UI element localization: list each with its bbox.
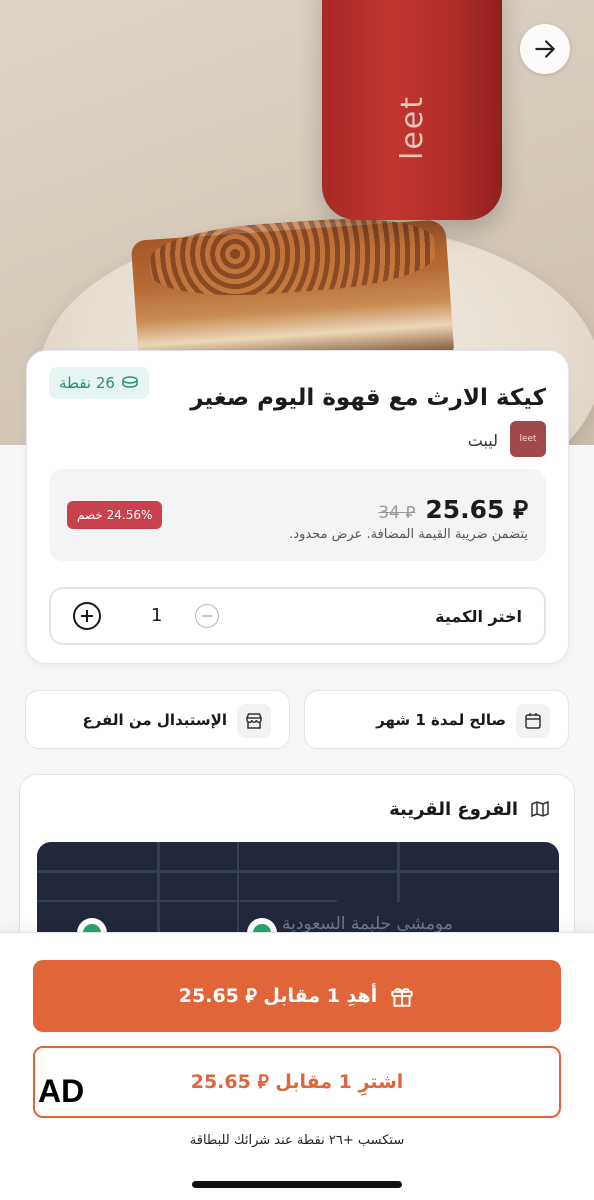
validity-text: صالح لمدة 1 شهر bbox=[376, 711, 506, 729]
quantity-selector: اختر الكمية 1 bbox=[49, 587, 546, 645]
redeem-pill: الإستبدال من الفرع bbox=[25, 690, 290, 749]
minus-icon bbox=[202, 615, 212, 617]
map-location-label: مومشي حلبمة السعودية bbox=[282, 914, 453, 934]
validity-pill: صالح لمدة 1 شهر bbox=[304, 690, 569, 749]
bottom-action-sheet: أهدِ 1 مقابل ⃁ 25.65 اشترِ 1 مقابل ⃁ 25.… bbox=[0, 932, 594, 1200]
buy-button-label: اشترِ 1 مقابل ⃁ 25.65 bbox=[190, 1071, 404, 1093]
decrease-quantity-button[interactable] bbox=[195, 604, 219, 628]
product-title: كيكة الارث مع قهوة اليوم صغير bbox=[190, 385, 546, 411]
points-text: 26 نقطة bbox=[59, 374, 115, 392]
coins-icon bbox=[122, 376, 138, 388]
quantity-label: اختر الكمية bbox=[435, 607, 522, 626]
price-box: ⃁ 25.65 ⃁ 34 يتضمن ضريبة القيمة المضافة.… bbox=[49, 469, 546, 561]
quantity-value: 1 bbox=[151, 605, 163, 626]
price-row: ⃁ 25.65 ⃁ 34 bbox=[378, 493, 528, 525]
price-new: ⃁ 25.65 bbox=[425, 495, 528, 524]
points-badge: 26 نقطة bbox=[49, 367, 149, 399]
brand-name[interactable]: ليبت bbox=[468, 431, 498, 450]
calendar-icon bbox=[516, 704, 550, 738]
store-icon bbox=[237, 704, 271, 738]
gift-button-label: أهدِ 1 مقابل ⃁ 25.65 bbox=[178, 985, 378, 1007]
buy-button[interactable]: اشترِ 1 مقابل ⃁ 25.65 bbox=[33, 1046, 561, 1118]
riyal-icon: ⃁ bbox=[405, 503, 416, 523]
increase-quantity-button[interactable] bbox=[73, 602, 101, 630]
brand-logo: leet bbox=[510, 421, 546, 457]
arrow-right-icon bbox=[535, 40, 555, 58]
vat-note: يتضمن ضريبة القيمة المضافة. عرض محدود. bbox=[289, 527, 528, 542]
price-old: ⃁ 34 bbox=[378, 503, 416, 523]
ad-label: AD bbox=[38, 1073, 85, 1109]
back-button[interactable] bbox=[520, 24, 570, 74]
gift-button[interactable]: أهدِ 1 مقابل ⃁ 25.65 bbox=[33, 960, 561, 1032]
home-indicator bbox=[192, 1181, 402, 1188]
earn-points-note: ستكسب +٢٦ نقطة عند شرائك للبطاقة bbox=[189, 1133, 405, 1148]
redeem-text: الإستبدال من الفرع bbox=[82, 711, 227, 729]
plus-icon bbox=[81, 610, 93, 622]
gift-icon bbox=[391, 988, 413, 1007]
riyal-icon: ⃁ bbox=[513, 495, 528, 524]
branches-title: الفروع القريبة bbox=[389, 799, 518, 820]
cup-brand-text: leet bbox=[395, 94, 431, 161]
product-card: 26 نقطة كيكة الارث مع قهوة اليوم صغير le… bbox=[26, 350, 569, 664]
discount-badge: 24.56% خصم bbox=[67, 501, 163, 529]
map-icon bbox=[526, 795, 554, 823]
